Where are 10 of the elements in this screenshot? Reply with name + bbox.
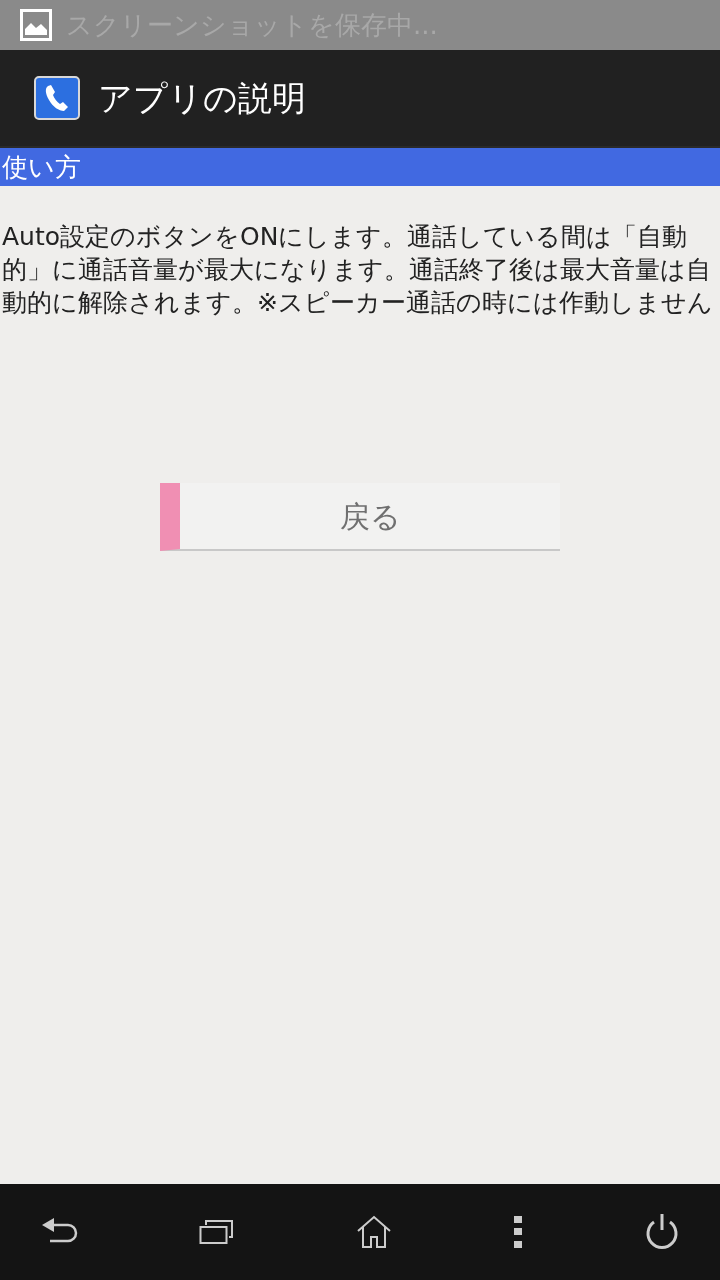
image-icon — [20, 9, 52, 41]
description-text: Auto設定のボタンをONにします。通話している間は「自動的」に通話音量が最大になります。通話終了後は最大音量は自動的に解除されます。※スピーカー通話の時には作動しません — [1, 221, 714, 319]
screen-title: アプリの説明 — [98, 76, 306, 120]
more-icon[interactable] — [513, 1216, 523, 1248]
back-button[interactable]: 戻る — [160, 483, 560, 551]
power-icon[interactable] — [644, 1213, 680, 1251]
phone-icon — [34, 76, 80, 120]
home-icon[interactable] — [356, 1215, 392, 1249]
section-header: 使い方 — [0, 148, 720, 186]
recent-apps-icon[interactable] — [199, 1219, 235, 1245]
